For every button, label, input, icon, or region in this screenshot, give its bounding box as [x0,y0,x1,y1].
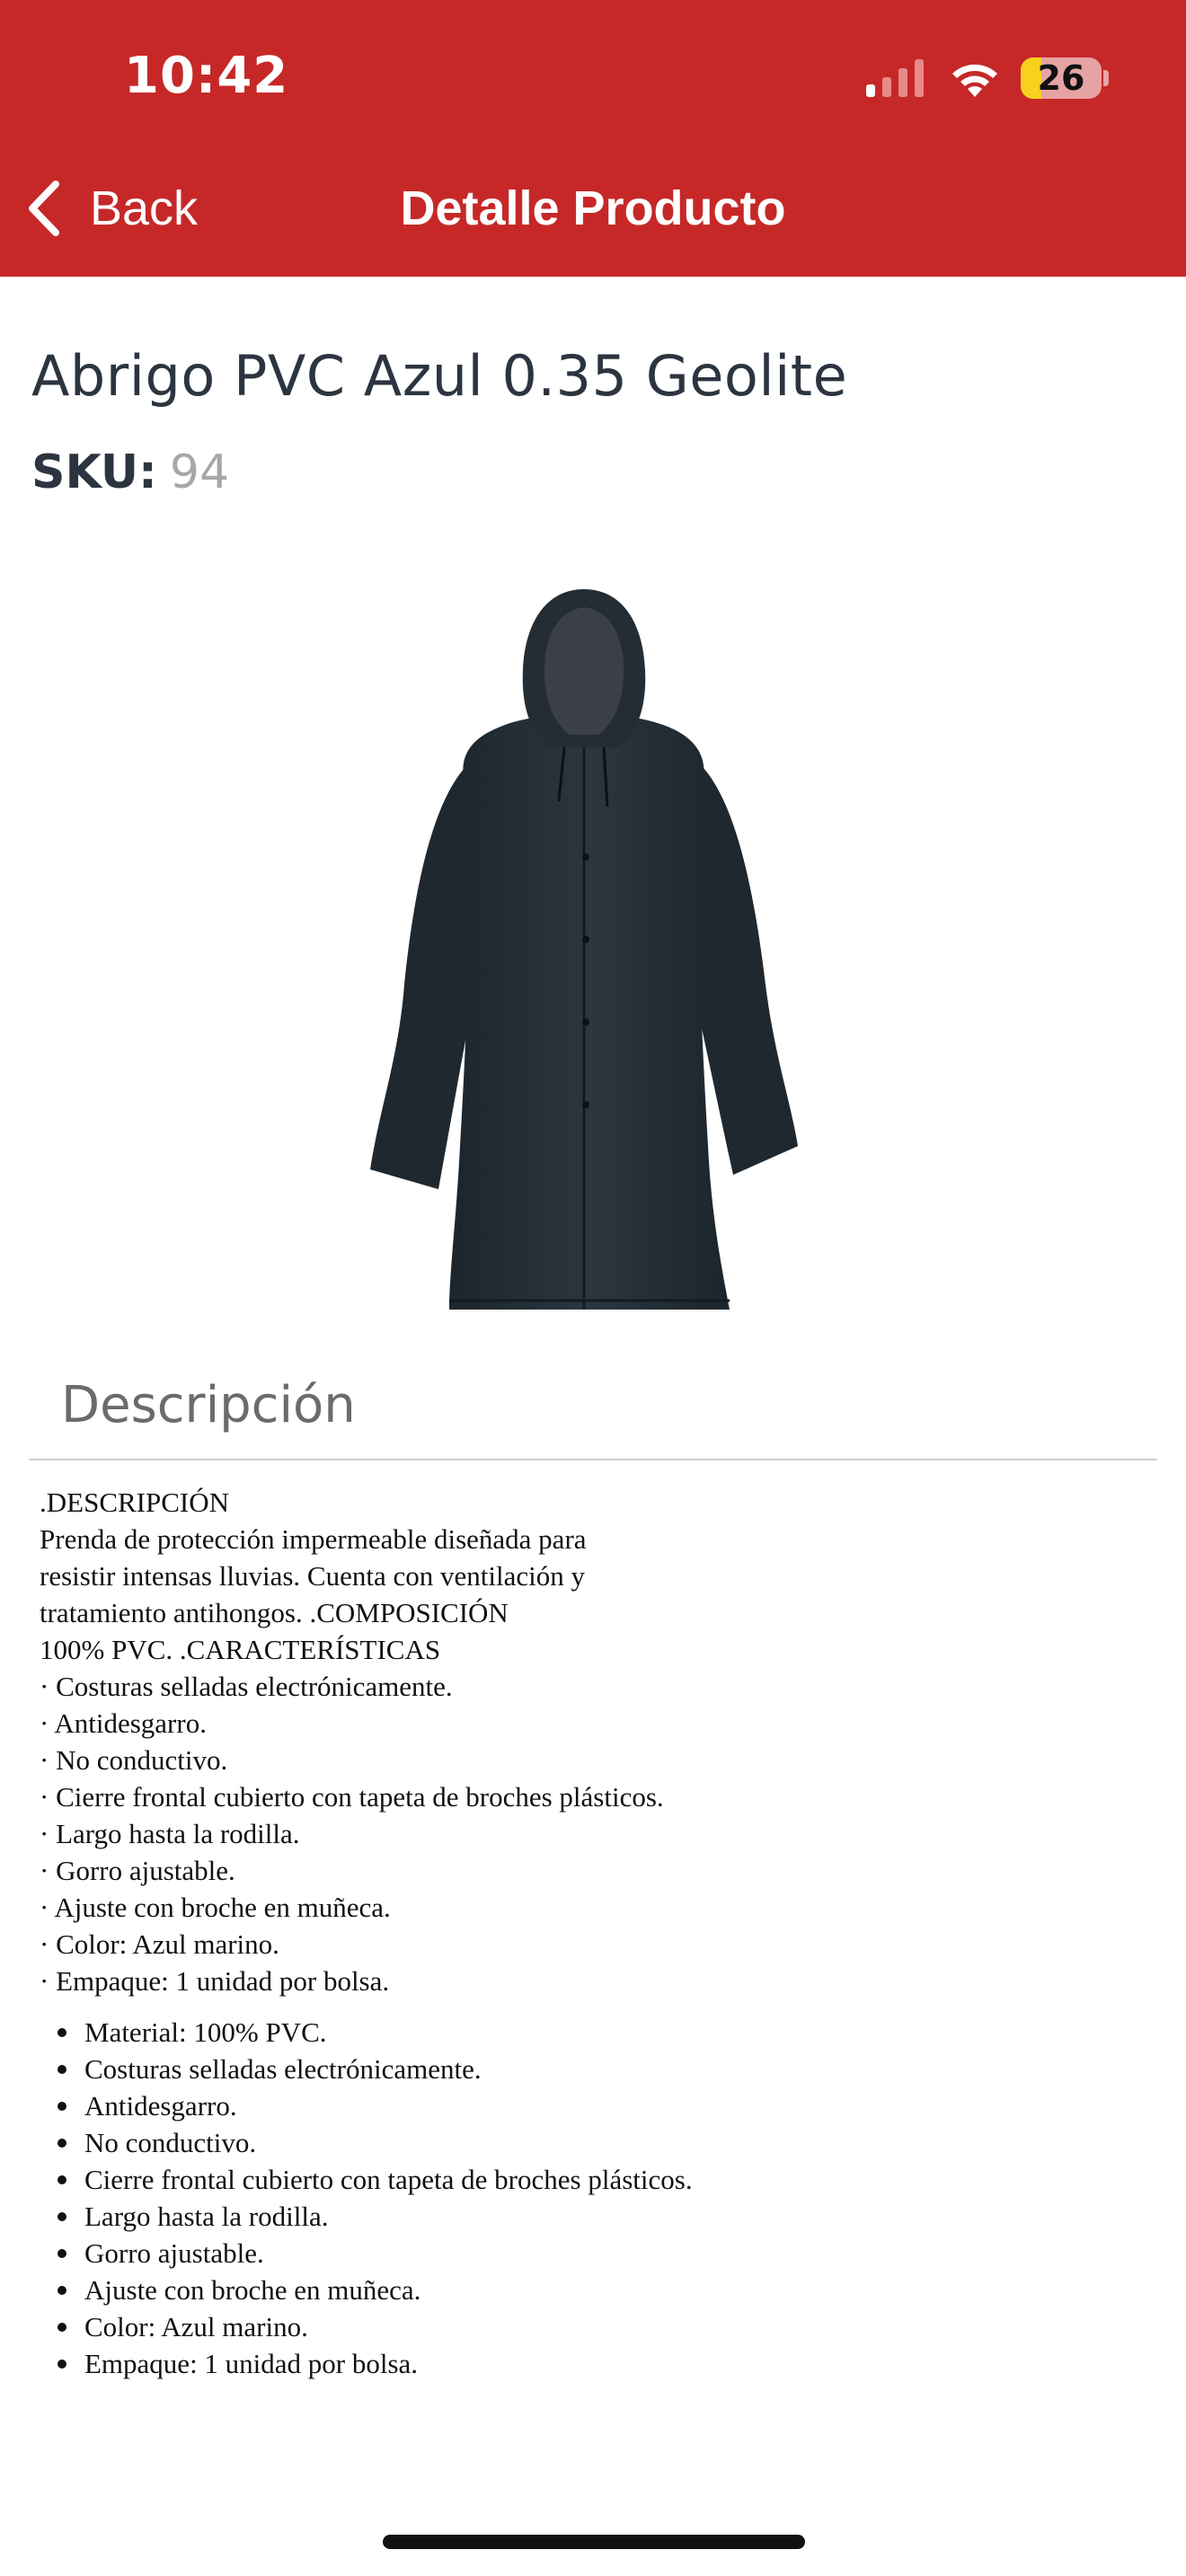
description-line: · Costuras selladas electrónicamente. [40,1671,453,1702]
list-item: Ajuste con broche en muñeca. [58,2272,1136,2308]
description-line: 100% PVC. .CARACTERÍSTICAS [40,1634,441,1665]
sku-row: SKU: 94 [31,446,229,499]
list-item: Cierre frontal cubierto con tapeta de br… [58,2161,1136,2198]
list-item: Costuras selladas electrónicamente. [58,2051,1136,2087]
battery-nub [1103,70,1109,86]
raincoat-image [370,589,798,1310]
description-line: · Gorro ajustable. [40,1855,235,1886]
battery-level: 26 [1037,58,1085,98]
description-line: · Cierre frontal cubierto con tapeta de … [40,1781,664,1813]
description-line: · Ajuste con broche en muñeca. [40,1892,391,1923]
description-header: Descripción [61,1376,356,1434]
list-item: Empaque: 1 unidad por bolsa. [58,2345,1136,2382]
signal-icon [866,59,924,97]
feature-list: Material: 100% PVC. Costuras selladas el… [40,2014,1136,2382]
description-line: · Empaque: 1 unidad por bolsa. [40,1965,390,1997]
chevron-left-icon [29,181,59,236]
product-detail-screen: 10:42 26 Detalle Producto Back Abrigo PV… [0,0,1186,2576]
description-line: tratamiento antihongos. .COMPOSICIÓN [40,1597,509,1628]
battery-icon: 26 [1021,57,1102,99]
list-item: Gorro ajustable. [58,2235,1136,2272]
description-line: resistir intensas lluvias. Cuenta con ve… [40,1560,585,1592]
description-line: Prenda de protección impermeable diseñad… [40,1523,587,1555]
description-line: · Color: Azul marino. [40,1928,279,1960]
product-title: Abrigo PVC Azul 0.35 Geolite [31,343,848,409]
back-button[interactable]: Back [23,176,198,241]
status-time: 10:42 [124,47,289,105]
home-indicator[interactable] [383,2535,805,2549]
list-item: Material: 100% PVC. [58,2014,1136,2051]
divider [29,1459,1157,1460]
sku-value: 94 [169,446,230,499]
description-line: · Antidesgarro. [40,1707,207,1739]
wifi-icon [952,64,997,97]
back-label: Back [90,181,199,235]
sku-label: SKU: [31,446,157,499]
description-body: .DESCRIPCIÓN Prenda de protección imperm… [40,1484,1136,2382]
app-header: 10:42 26 Detalle Producto Back [0,0,1186,277]
list-item: Color: Azul marino. [58,2308,1136,2345]
description-line: · Largo hasta la rodilla. [40,1818,300,1849]
description-line: .DESCRIPCIÓN [40,1486,230,1518]
list-item: No conductivo. [58,2124,1136,2161]
list-item: Antidesgarro. [58,2087,1136,2124]
description-line: · No conductivo. [40,1744,228,1776]
list-item: Largo hasta la rodilla. [58,2198,1136,2235]
